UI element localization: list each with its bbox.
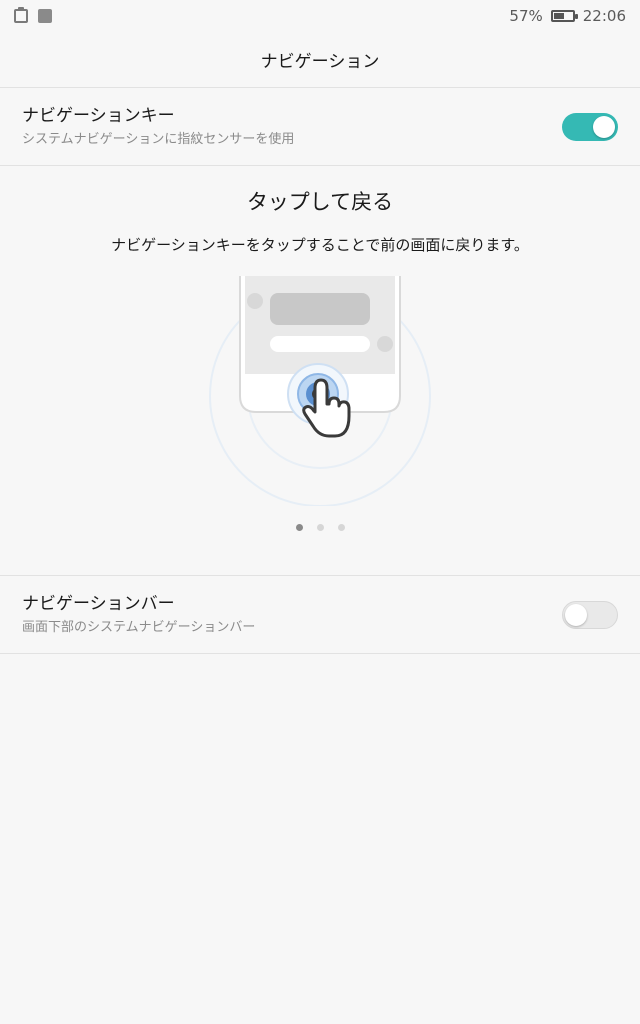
navigation-bar-toggle[interactable] (562, 600, 618, 629)
battery-percent: 57% (509, 7, 543, 25)
status-bar-right: 57% 22:06 (509, 7, 626, 25)
battery-fill (553, 13, 564, 19)
tutorial-description: ナビゲーションキーをタップすることで前の画面に戻ります。 (111, 236, 529, 254)
screen-bar (270, 336, 370, 352)
title-bar: ナビゲーション (0, 32, 640, 88)
battery-icon (550, 10, 578, 22)
setting-title: ナビゲーションキー (22, 105, 175, 126)
screen: 57% 22:06 ナビゲーション ナビゲーションキー システムナビゲーションに… (0, 0, 640, 1024)
setting-subtitle: システムナビゲーションに指紋センサーを使用 (22, 131, 295, 147)
setting-text: ナビゲーションバー 画面下部のシステムナビゲーションバー (22, 592, 255, 638)
clipboard-icon (14, 7, 28, 23)
page-title: ナビゲーション (260, 52, 380, 72)
setting-text: ナビゲーションキー システムナビゲーションに指紋センサーを使用 (22, 104, 294, 150)
screen-dot-right (377, 336, 393, 352)
status-bar: 57% 22:06 (0, 0, 640, 32)
setting-title: ナビゲーションバー (22, 593, 175, 614)
navigation-key-toggle[interactable] (562, 112, 618, 141)
clock: 22:06 (582, 7, 626, 25)
toggle-knob (565, 603, 587, 626)
page-dot (316, 524, 324, 531)
toggle-knob (593, 115, 615, 138)
screen-dot-left (247, 293, 263, 309)
tap-back-illustration (209, 276, 431, 506)
page-dot (295, 524, 303, 531)
setting-row-navigation-bar[interactable]: ナビゲーションバー 画面下部のシステムナビゲーションバー (0, 576, 640, 654)
setting-subtitle: 画面下部のシステムナビゲーションバー (22, 619, 256, 635)
tutorial-panel: タップして戻る ナビゲーションキーをタップすることで前の画面に戻ります。 (0, 166, 640, 576)
image-notification-icon (38, 9, 52, 23)
tutorial-title: タップして戻る (246, 190, 394, 214)
page-dot (337, 524, 345, 531)
page-indicator (0, 524, 640, 531)
screen-card (270, 293, 370, 325)
setting-row-navigation-key[interactable]: ナビゲーションキー システムナビゲーションに指紋センサーを使用 (0, 88, 640, 166)
status-bar-left (14, 7, 52, 23)
